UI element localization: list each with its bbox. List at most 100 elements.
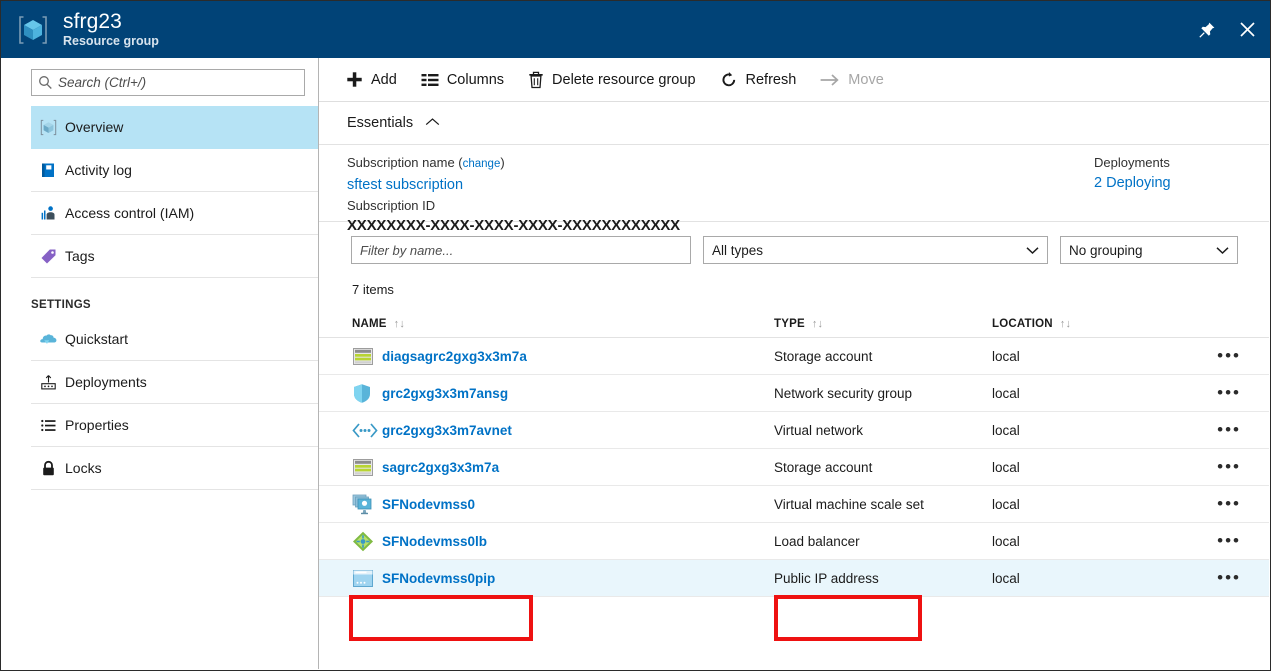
add-button[interactable]: Add	[346, 58, 397, 102]
pin-icon[interactable]	[1196, 19, 1218, 41]
change-subscription-link[interactable]: change	[463, 158, 501, 170]
sidebar-item-deployments[interactable]: Deployments	[31, 361, 318, 404]
sidebar-item-tags[interactable]: Tags	[31, 235, 318, 278]
row-context-menu-button[interactable]: •••	[1217, 384, 1241, 401]
sidebar-item-label: Access control (IAM)	[65, 205, 195, 221]
access-control-people-icon	[31, 204, 65, 223]
sidebar-item-locks[interactable]: Locks	[31, 447, 318, 490]
resource-name-cell: SFNodevmss0pip	[352, 569, 774, 588]
sidebar-search[interactable]	[31, 69, 305, 96]
essentials-header[interactable]: Essentials	[319, 102, 1269, 145]
sidebar-item-activity-log[interactable]: Activity log	[31, 149, 318, 192]
sidebar-item-properties[interactable]: Properties	[31, 404, 318, 447]
resource-name-cell: grc2gxg3x3m7ansg	[352, 383, 774, 404]
delete-resource-group-button[interactable]: Delete resource group	[528, 58, 696, 102]
row-context-menu-button[interactable]: •••	[1217, 347, 1241, 364]
move-button-label: Move	[848, 71, 884, 88]
virtual-network-icon	[352, 422, 382, 439]
column-header-type[interactable]: TYPE ↑↓	[774, 318, 992, 330]
sidebar-item-label: Tags	[65, 248, 95, 264]
filter-by-name-input[interactable]	[351, 236, 691, 264]
blade-title-bar: sfrg23 Resource group	[1, 1, 1270, 58]
resource-name-link[interactable]: grc2gxg3x3m7avnet	[382, 423, 512, 438]
resource-name-link[interactable]: sagrc2gxg3x3m7a	[382, 460, 499, 475]
row-context-menu-button[interactable]: •••	[1217, 569, 1241, 586]
table-row[interactable]: SFNodevmss0lb Load balancer local •••	[319, 523, 1269, 560]
chevron-up-icon[interactable]	[425, 114, 440, 132]
table-row[interactable]: grc2gxg3x3m7avnet Virtual network local …	[319, 412, 1269, 449]
essentials-label: Essentials	[347, 115, 414, 131]
search-input[interactable]	[58, 75, 304, 90]
resource-location-cell: local	[992, 422, 1020, 438]
activity-log-book-icon	[31, 161, 65, 179]
resource-name-link[interactable]: SFNodevmss0	[382, 497, 475, 512]
quickstart-cloud-icon	[31, 330, 65, 349]
lock-icon	[31, 459, 65, 478]
resource-group-cube-icon	[31, 118, 65, 137]
subscription-name-label: Subscription name	[347, 155, 455, 170]
page-title: sfrg23	[63, 10, 122, 34]
resource-name-cell: SFNodevmss0	[352, 494, 774, 515]
chevron-down-icon	[1026, 246, 1039, 255]
resource-name-link[interactable]: grc2gxg3x3m7ansg	[382, 386, 508, 401]
resource-name-cell: sagrc2gxg3x3m7a	[352, 458, 774, 477]
type-filter-select[interactable]: All types	[703, 236, 1048, 264]
blade-title-text: sfrg23 Resource group	[63, 11, 159, 48]
sort-updown-icon: ↑↓	[1059, 317, 1072, 330]
essentials-column-left: Subscription name (change) sftest subscr…	[347, 153, 680, 236]
sidebar-item-overview[interactable]: Overview	[31, 106, 318, 149]
column-header-location[interactable]: LOCATION ↑↓	[992, 318, 1182, 330]
grouping-select[interactable]: No grouping	[1060, 236, 1238, 264]
table-row[interactable]: sagrc2gxg3x3m7a Storage account local ••…	[319, 449, 1269, 486]
sidebar-item-quickstart[interactable]: Quickstart	[31, 318, 318, 361]
row-context-menu-button[interactable]: •••	[1217, 421, 1241, 438]
resource-name-link[interactable]: diagsagrc2gxg3x3m7a	[382, 349, 527, 364]
row-context-menu-button[interactable]: •••	[1217, 458, 1241, 475]
resource-type-cell: Public IP address	[774, 570, 879, 586]
essentials-body: Subscription name (change) sftest subscr…	[319, 145, 1269, 234]
storage-account-icon	[352, 458, 382, 477]
deployments-label: Deployments	[1094, 155, 1170, 170]
column-header-location-label: LOCATION	[992, 317, 1053, 330]
resource-name-cell: diagsagrc2gxg3x3m7a	[352, 347, 774, 366]
subscription-name-value[interactable]: sftest subscription	[347, 174, 680, 196]
resource-name-link[interactable]: SFNodevmss0pip	[382, 571, 495, 586]
table-row[interactable]: grc2gxg3x3m7ansg Network security group …	[319, 375, 1269, 412]
close-icon[interactable]	[1236, 19, 1258, 41]
resource-location-cell: local	[992, 496, 1020, 512]
properties-list-icon	[31, 416, 65, 435]
resource-type-cell: Network security group	[774, 385, 913, 401]
sidebar-item-label: Locks	[65, 460, 102, 476]
storage-account-icon	[352, 347, 382, 366]
item-count: 7 items	[352, 281, 394, 297]
search-icon	[32, 75, 58, 90]
sidebar-item-label: Quickstart	[65, 331, 129, 347]
sidebar-item-access-control[interactable]: Access control (IAM)	[31, 192, 318, 235]
resource-name-link[interactable]: SFNodevmss0lb	[382, 534, 487, 549]
row-context-menu-button[interactable]: •••	[1217, 495, 1241, 512]
resource-type-cell: Storage account	[774, 459, 873, 475]
sidebar-item-label: Activity log	[65, 162, 132, 178]
blade-sidebar: Overview Activity log	[2, 58, 319, 669]
column-header-name-label: NAME	[352, 317, 387, 330]
row-context-menu-button[interactable]: •••	[1217, 532, 1241, 549]
deployments-value[interactable]: 2 Deploying	[1094, 172, 1171, 194]
resource-type-cell: Virtual network	[774, 422, 864, 438]
table-row[interactable]: diagsagrc2gxg3x3m7a Storage account loca…	[319, 338, 1269, 375]
table-row[interactable]: SFNodevmss0pip Public IP address local •…	[319, 560, 1269, 597]
resource-group-cube-icon	[15, 12, 51, 48]
table-row[interactable]: SFNodevmss0 Virtual machine scale set lo…	[319, 486, 1269, 523]
resource-location-cell: local	[992, 459, 1020, 475]
vm-scale-set-icon	[352, 494, 382, 515]
sort-updown-icon: ↑↓	[393, 317, 406, 330]
columns-button[interactable]: Columns	[421, 58, 504, 102]
sidebar-item-label: Properties	[65, 417, 129, 433]
refresh-button[interactable]: Refresh	[720, 58, 796, 102]
command-bar: Add Columns Delete resource group Refres…	[319, 58, 1269, 102]
resource-type-cell: Virtual machine scale set	[774, 496, 924, 512]
move-button[interactable]: Move	[820, 58, 884, 102]
subscription-id-label: Subscription ID	[347, 198, 436, 213]
add-button-label: Add	[371, 71, 397, 88]
column-header-name[interactable]: NAME ↑↓	[352, 318, 774, 330]
column-header-type-label: TYPE	[774, 317, 805, 330]
